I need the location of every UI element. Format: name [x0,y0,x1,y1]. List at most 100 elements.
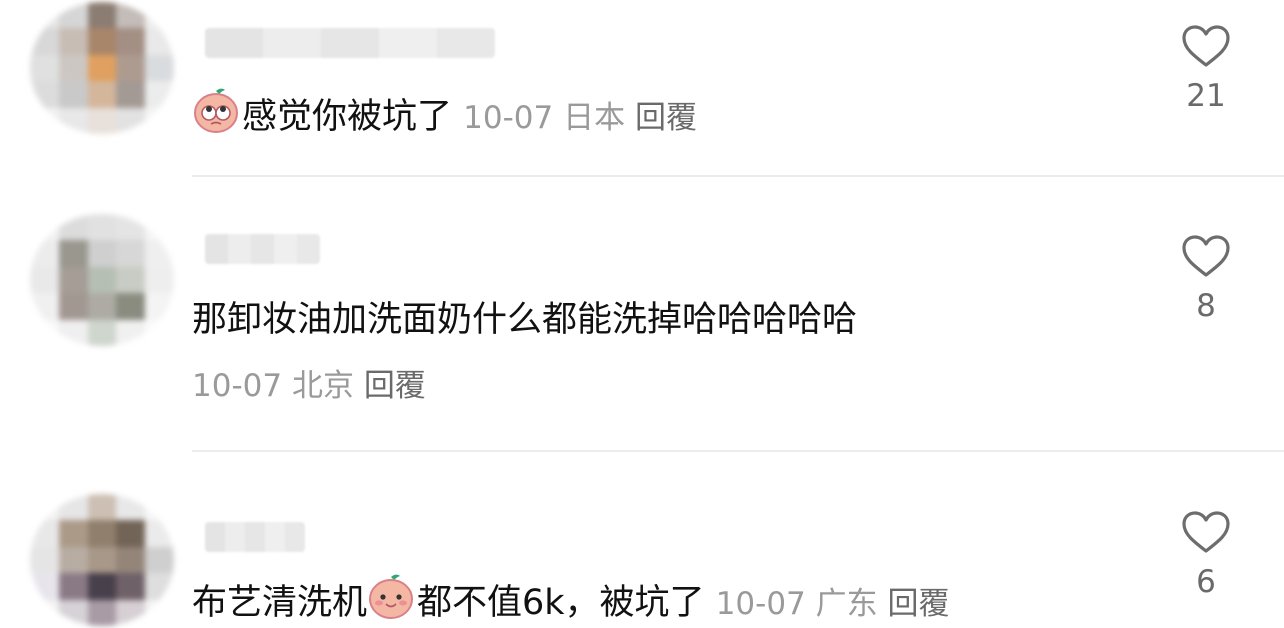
avatar-pixel [116,28,146,55]
avatar-pixel [116,266,146,294]
comment-text-line: 布艺清洗机 都不值6k，被坑了 10-07 广东 回覆 [192,572,950,628]
avatar-pixel [116,240,146,267]
avatar-pixel [30,240,59,267]
username-blurred[interactable] [205,234,320,264]
avatar-pixel [87,81,117,108]
avatar-pixel [145,573,174,600]
avatar-pixel [58,81,88,108]
comment-location: 北京 [291,368,354,404]
heart-icon[interactable] [1181,234,1231,278]
avatar-pixel [116,599,146,626]
avatar-pixel [30,494,59,521]
username-blurred[interactable] [205,28,495,58]
avatar-pixel [87,214,117,241]
reply-button[interactable]: 回覆 [635,100,697,136]
avatar-pixel [145,319,174,346]
avatar-pixel [87,2,117,29]
like-count: 21 [1186,78,1226,114]
comment-body: 那卸妆油加洗面奶什么都能洗掉哈哈哈哈哈 [192,300,858,340]
avatar-pixel [116,81,146,108]
avatar-pixel [145,2,174,29]
like-count: 8 [1196,288,1216,324]
avatar-pixel [145,240,174,267]
avatar-pixel [30,214,59,241]
comment-body-end: 都不值6k，被坑了 [417,583,705,623]
avatar-pixel [87,240,117,267]
avatar-pixel [58,107,88,134]
avatar-pixel [87,546,117,574]
avatar-pixel [58,266,88,294]
like-control[interactable]: 6 [1175,510,1237,600]
avatar-pixel [145,81,174,108]
avatar-pixel [145,266,174,294]
avatar-pixel [30,546,59,574]
avatar-pixel [58,494,88,521]
like-control[interactable]: 8 [1175,234,1237,324]
heart-icon[interactable] [1181,510,1231,554]
avatar-pixel [30,54,59,82]
avatar-pixel [58,599,88,626]
reply-button[interactable]: 回覆 [364,368,426,404]
avatar-pixel [116,2,146,29]
avatar-pixel [145,520,174,547]
avatar-pixel [30,28,59,55]
avatar-pixel [87,520,117,547]
avatar-pixel [87,573,117,600]
avatar-pixel [30,2,59,29]
avatar-pixel [145,599,174,626]
avatar-pixel [87,107,117,134]
divider [192,450,1284,452]
avatar-pixel [30,319,59,346]
avatar-pixel [58,546,88,574]
comment-text-line: 感觉你被坑了 10-07 日本 回覆 [192,86,697,142]
avatar-pixel [145,214,174,241]
avatar[interactable] [30,214,174,346]
like-count: 6 [1196,564,1216,600]
avatar-pixel [87,599,117,626]
avatar-pixel [30,573,59,600]
avatar[interactable] [30,494,174,626]
comment-body-start: 布艺清洗机 [192,583,368,623]
avatar-pixel [116,494,146,521]
avatar-pixel [87,293,117,320]
peach-smiling-emoji-icon [369,574,414,619]
comment-location: 日本 [563,100,626,136]
avatar-pixel [87,54,117,82]
avatar-pixel [145,293,174,320]
avatar-pixel [58,214,88,241]
avatar-pixel [145,107,174,134]
avatar-pixel [116,214,146,241]
avatar-pixel [30,107,59,134]
avatar-pixel [87,266,117,294]
comment-date: 10-07 [463,100,554,136]
avatar-pixel [30,293,59,320]
avatar-pixel [58,573,88,600]
avatar-pixel [145,546,174,574]
comment-date: 10-07 [192,368,283,404]
avatar-pixel [145,494,174,521]
avatar-pixel [116,520,146,547]
avatar-pixel [116,546,146,574]
avatar[interactable] [30,2,174,134]
avatar-pixel [30,520,59,547]
avatar-pixel [116,107,146,134]
avatar-pixel [116,319,146,346]
reply-button[interactable]: 回覆 [888,586,950,622]
avatar-pixel [145,54,174,82]
avatar-pixel [58,54,88,82]
avatar-pixel [145,28,174,55]
avatar-pixel [30,266,59,294]
comment-date: 10-07 [715,586,806,622]
avatar-pixel [58,2,88,29]
like-control[interactable]: 21 [1175,24,1237,114]
comment-meta-line: 10-07 北京 回覆 [192,362,426,410]
peach-rolling-eyes-emoji-icon [194,88,238,133]
heart-icon[interactable] [1181,24,1231,68]
avatar-pixel [58,520,88,547]
avatar-pixel [87,319,117,346]
username-blurred[interactable] [205,522,305,552]
avatar-pixel [30,599,59,626]
avatar-pixel [58,28,88,55]
avatar-pixel [87,494,117,521]
comment-location: 广东 [815,586,878,622]
